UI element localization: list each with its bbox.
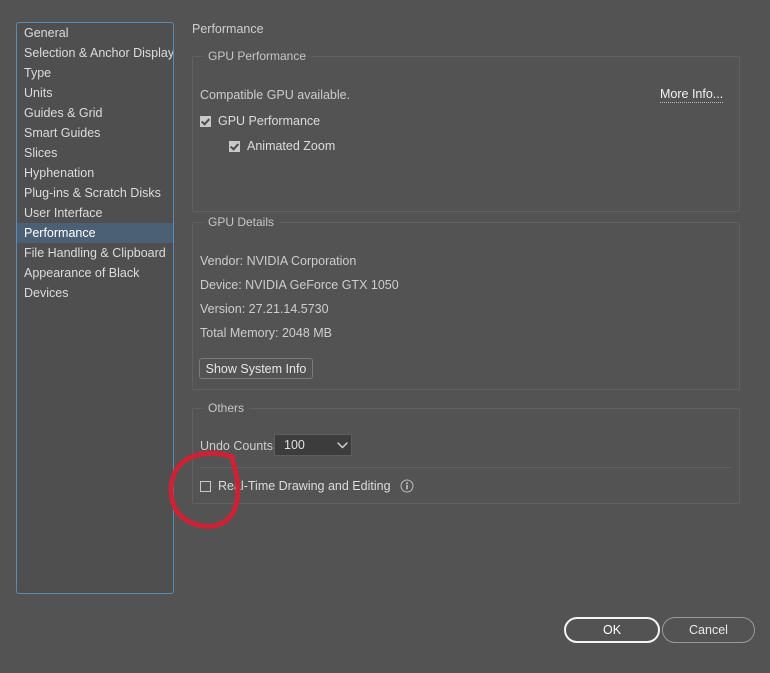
gpu-performance-checkbox-row[interactable]: GPU Performance [200, 114, 320, 128]
info-icon[interactable] [400, 479, 414, 493]
show-system-info-button[interactable]: Show System Info [199, 358, 313, 379]
sidebar-item-label: File Handling & Clipboard [24, 246, 166, 260]
animated-zoom-checkbox-row[interactable]: Animated Zoom [229, 139, 335, 153]
sidebar-item-smart-guides[interactable]: Smart Guides [17, 123, 173, 143]
undo-counts-label: Undo Counts: [200, 439, 277, 453]
gpu-details-group-label: GPU Details [203, 215, 280, 229]
others-separator [200, 467, 732, 468]
sidebar-item-hyphenation[interactable]: Hyphenation [17, 163, 173, 183]
sidebar-item-label: Type [24, 66, 52, 80]
gpu-device-text: Device: NVIDIA GeForce GTX 1050 [200, 278, 399, 292]
gpu-performance-checkbox[interactable] [200, 115, 211, 127]
category-list[interactable]: General Selection & Anchor Display Type Uni… [16, 22, 174, 594]
gpu-performance-group: GPU Performance [192, 49, 740, 212]
undo-counts-value: 100 [284, 438, 305, 452]
undo-counts-select[interactable]: 100 [274, 434, 352, 456]
sidebar-item-guides-grid[interactable]: Guides & Grid [17, 103, 173, 123]
chevron-down-icon [333, 441, 351, 449]
sidebar-item-label: Smart Guides [24, 126, 101, 140]
sidebar-item-label: Selection & Anchor Display [24, 46, 174, 60]
sidebar-item-user-interface[interactable]: User Interface [17, 203, 173, 223]
sidebar-item-label: Plug-ins & Scratch Disks [24, 186, 161, 200]
others-group-label: Others [203, 401, 250, 415]
sidebar-item-label: General [24, 26, 69, 40]
realtime-drawing-checkbox-row[interactable]: Real-Time Drawing and Editing [200, 479, 414, 493]
sidebar-item-label: Units [24, 86, 53, 100]
sidebar-item-type[interactable]: Type [17, 63, 173, 83]
sidebar-item-label: Appearance of Black [24, 266, 140, 280]
sidebar-item-label: Performance [24, 226, 96, 240]
more-info-link[interactable]: More Info... [660, 87, 724, 103]
ok-button[interactable]: OK [564, 617, 660, 643]
gpu-total-memory-text: Total Memory: 2048 MB [200, 326, 332, 340]
preferences-dialog: General Selection & Anchor Display Type Uni… [0, 0, 770, 673]
gpu-version-text: Version: 27.21.14.5730 [200, 302, 329, 316]
sidebar-item-devices[interactable]: Devices [17, 283, 173, 303]
sidebar-item-label: Devices [24, 286, 69, 300]
sidebar-item-slices[interactable]: Slices [17, 143, 173, 163]
sidebar-item-label: Slices [24, 146, 58, 160]
animated-zoom-checkbox-label: Animated Zoom [247, 139, 336, 153]
sidebar-item-file-handling-clipboard[interactable]: File Handling & Clipboard [17, 243, 173, 263]
gpu-status-text: Compatible GPU available. [200, 88, 351, 102]
sidebar-item-general[interactable]: General [17, 23, 173, 43]
sidebar-item-performance[interactable]: Performance [17, 223, 173, 243]
sidebar-item-label: Guides & Grid [24, 106, 103, 120]
cancel-button[interactable]: Cancel [662, 617, 755, 643]
gpu-vendor-text: Vendor: NVIDIA Corporation [200, 254, 357, 268]
realtime-drawing-checkbox[interactable] [200, 480, 211, 492]
sidebar-item-selection-anchor-display[interactable]: Selection & Anchor Display [17, 43, 173, 63]
sidebar-item-appearance-of-black[interactable]: Appearance of Black [17, 263, 173, 283]
sidebar-item-plug-ins-scratch-disks[interactable]: Plug-ins & Scratch Disks [17, 183, 173, 203]
sidebar-item-label: Hyphenation [24, 166, 95, 180]
gpu-performance-group-label: GPU Performance [203, 49, 312, 63]
animated-zoom-checkbox[interactable] [229, 140, 240, 152]
sidebar-item-units[interactable]: Units [17, 83, 173, 103]
gpu-performance-checkbox-label: GPU Performance [218, 114, 321, 128]
realtime-drawing-checkbox-label: Real-Time Drawing and Editing [218, 479, 391, 493]
page-title: Performance [192, 22, 264, 36]
sidebar-item-label: User Interface [24, 206, 103, 220]
